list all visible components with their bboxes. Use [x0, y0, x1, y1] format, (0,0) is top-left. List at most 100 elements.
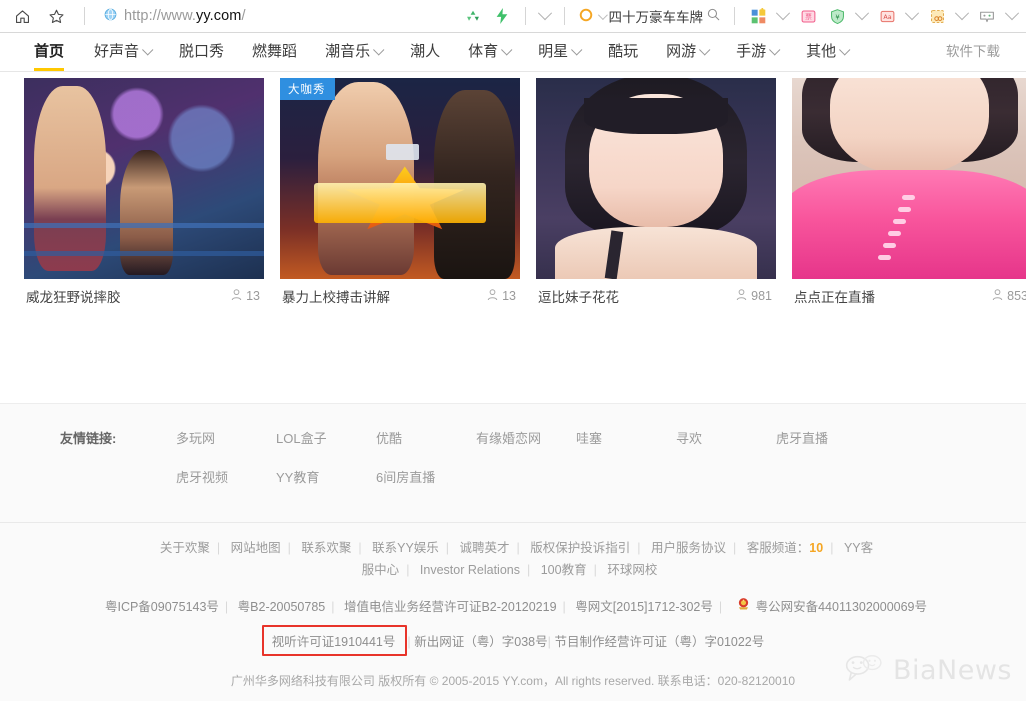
chevron-down-icon-3[interactable] [854, 4, 870, 28]
license-program-production[interactable]: 节目制作经营许可证（粤）字01022号 [555, 635, 765, 649]
live-card[interactable]: 大咖秀 暴力上校搏击讲解 13 [280, 78, 520, 313]
card-caption: 暴力上校搏击讲解 13 [280, 279, 520, 313]
separator: | [407, 635, 411, 649]
nav-item-chaoren[interactable]: 潮人 [396, 33, 454, 71]
card-views-value: 853 [1007, 289, 1026, 303]
separator: | [358, 541, 362, 555]
footer-link-jobs[interactable]: 诚聘英才 [453, 541, 517, 555]
footer-link-100edu[interactable]: 100教育 [534, 563, 594, 577]
chevron-down-icon-4[interactable] [904, 4, 920, 28]
highlighted-license-box: 视听许可证1910441号 [261, 625, 408, 656]
nav-item-ranwudao[interactable]: 燃舞蹈 [238, 33, 311, 71]
nav-items: 首页 好声音 脱口秀 燃舞蹈 潮音乐 潮人 体育 明星 酷玩 网游 手游 其他 [0, 33, 862, 71]
card-thumbnail[interactable] [792, 78, 1026, 279]
game-icon[interactable] [975, 4, 999, 28]
chevron-down-icon [142, 44, 154, 56]
footer-link-contact-yy[interactable]: 联系YY娱乐 [365, 541, 446, 555]
friend-link[interactable]: LOL盒子 [276, 428, 376, 447]
friend-link[interactable]: YY教育 [276, 467, 376, 486]
friend-link[interactable]: 哇塞 [576, 428, 676, 447]
search-box[interactable]: 四十万豪车车牌 [576, 6, 724, 26]
card-title[interactable]: 逗比妹子花花 [538, 286, 619, 306]
chevron-down-icon-5[interactable] [954, 4, 970, 28]
friend-link[interactable]: 有缘婚恋网 [476, 428, 576, 447]
lightning-icon[interactable] [490, 4, 514, 28]
license-netwen[interactable]: 粤网文[2015]1712-302号 [569, 600, 719, 614]
nav-item-mingxing[interactable]: 明星 [524, 33, 594, 71]
card-thumbnail[interactable] [24, 78, 264, 279]
chevron-down-icon [373, 44, 385, 56]
chevron-down-icon-engine[interactable] [597, 9, 608, 20]
nav-item-label: 手游 [736, 43, 767, 60]
nav-item-wangyou[interactable]: 网游 [652, 33, 722, 71]
license-icp[interactable]: 粤ICP备09075143号 [99, 600, 225, 614]
card-title[interactable]: 暴力上校搏击讲解 [282, 286, 390, 306]
license-publication[interactable]: 新出网证（粤）字038号 [414, 635, 547, 649]
translate-icon[interactable]: Aa [875, 4, 899, 28]
card-viewer-count: 981 [736, 288, 772, 304]
screenshot-icon[interactable] [925, 4, 949, 28]
license-b2[interactable]: 粤B2-20050785 [232, 600, 332, 614]
star-icon[interactable] [44, 4, 68, 28]
thumbnail-art [792, 78, 1026, 279]
footer-link-sitemap[interactable]: 网站地图 [224, 541, 288, 555]
friend-link[interactable]: 寻欢 [676, 428, 776, 447]
shield-money-icon[interactable]: ¥ [825, 4, 849, 28]
chevron-down-icon-2[interactable] [775, 4, 791, 28]
footer-service-channel[interactable]: 客服频道：10 [740, 541, 830, 555]
search-engine-icon [578, 7, 594, 26]
card-viewer-count: 853 [992, 288, 1026, 304]
separator: | [637, 541, 641, 555]
nav-item-shouyou[interactable]: 手游 [722, 33, 792, 71]
live-card[interactable]: 点点正在直播 853 [792, 78, 1026, 313]
toolbar-divider-4 [734, 7, 735, 25]
nav-item-haoshengyin[interactable]: 好声音 [80, 33, 165, 71]
svg-text:¥: ¥ [835, 13, 840, 21]
friend-link[interactable]: 虎牙直播 [776, 428, 876, 447]
nav-item-chaoyinyue[interactable]: 潮音乐 [311, 33, 396, 71]
chevron-down-icon [571, 44, 583, 56]
footer-link-about[interactable]: 关于欢聚 [153, 541, 217, 555]
recycle-icon[interactable] [461, 4, 485, 28]
chevron-down-icon-1[interactable] [537, 4, 553, 28]
card-thumbnail[interactable]: 大咖秀 [280, 78, 520, 279]
friend-links-label: 友情链接: [60, 431, 117, 446]
nav-item-qita[interactable]: 其他 [792, 33, 862, 71]
chevron-down-icon-6[interactable] [1004, 4, 1020, 28]
browser-toolbar-right: 四十万豪车车牌 票 ¥ Aa [461, 0, 1021, 32]
friend-link[interactable]: 优酷 [376, 428, 476, 447]
search-keyword[interactable]: 四十万豪车车牌 [609, 6, 704, 26]
friend-links-list: 多玩网 LOL盒子 优酷 有缘婚恋网 哇塞 寻欢 虎牙直播 虎牙视频 YY教育 … [116, 428, 966, 506]
card-thumbnail[interactable] [536, 78, 776, 279]
police-record[interactable]: 粤公网安备44011302000069号 [726, 595, 927, 619]
nav-item-label: 好声音 [94, 43, 140, 60]
live-card[interactable]: 逗比妹子花花 981 [536, 78, 776, 313]
live-card[interactable]: 威龙狂野说摔胶 13 [24, 78, 264, 313]
home-icon[interactable] [10, 4, 34, 28]
footer-link-user-agreement[interactable]: 用户服务协议 [644, 541, 733, 555]
search-icon[interactable] [706, 7, 721, 25]
card-title[interactable]: 点点正在直播 [794, 286, 875, 306]
license-telecom[interactable]: 增值电信业务经营许可证B2-20120219 [338, 600, 563, 614]
card-viewer-count: 13 [487, 288, 516, 304]
friend-link[interactable]: 多玩网 [176, 428, 276, 447]
license-broadcast[interactable]: 视听许可证1910441号 [272, 635, 396, 649]
footer-link-copyright-guide[interactable]: 版权保护投诉指引 [523, 541, 637, 555]
card-title[interactable]: 威龙狂野说摔胶 [26, 286, 121, 306]
url-text[interactable]: http://www.yy.com/ [124, 8, 246, 24]
coupon-icon[interactable]: 票 [796, 4, 820, 28]
footer-link-global-school[interactable]: 环球网校 [600, 563, 664, 577]
friend-link[interactable]: 6间房直播 [376, 467, 476, 486]
content-spacer [0, 313, 1026, 403]
nav-item-tiyu[interactable]: 体育 [454, 33, 524, 71]
nav-item-home[interactable]: 首页 [26, 33, 80, 71]
nav-item-kuwan[interactable]: 酷玩 [594, 33, 652, 71]
footer-link-investor-relations[interactable]: Investor Relations [413, 563, 527, 577]
nav-item-label: 潮音乐 [325, 43, 371, 60]
apps-grid-icon[interactable] [746, 4, 770, 28]
footer-link-contact[interactable]: 联系欢聚 [294, 541, 358, 555]
address-bar[interactable]: http://www.yy.com/ [103, 7, 246, 25]
software-download-link[interactable]: 软件下载 [946, 33, 1000, 71]
nav-item-tuokouxiu[interactable]: 脱口秀 [165, 33, 238, 71]
friend-link[interactable]: 虎牙视频 [176, 467, 276, 486]
